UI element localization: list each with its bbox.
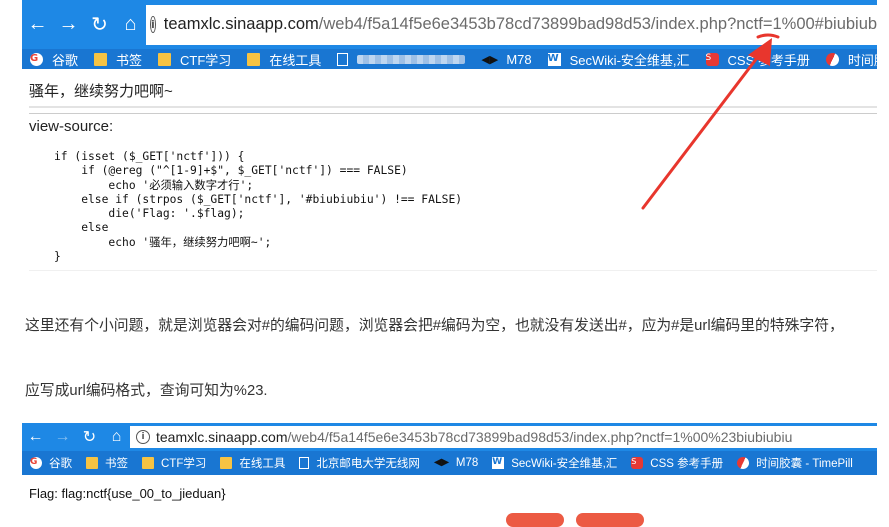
document-icon: [337, 52, 349, 66]
bookmark-css[interactable]: S CSS 参考手册: [705, 50, 810, 69]
bookmark-timepill[interactable]: 时间胶囊: [824, 50, 877, 69]
css-icon: S: [631, 457, 644, 469]
bottom-action-button[interactable]: [506, 513, 564, 527]
folder-icon: [220, 457, 233, 469]
bookmarks-bar: G 谷歌 书签 CTF学习 在线工具 ◀▶ M78 W SecWiki-安全维基…: [22, 49, 877, 69]
view-source-label: view-source:: [29, 118, 114, 135]
forward-arrow-icon[interactable]: →: [53, 0, 84, 49]
back-arrow-icon[interactable]: ←: [22, 0, 53, 49]
browser-toolbar: ← → ↻ ⌂ i teamxlc.sinaapp.com/web4/f5a14…: [22, 423, 877, 451]
back-arrow-icon[interactable]: ←: [22, 423, 49, 451]
browser-toolbar: ← → ↻ ⌂ i teamxlc.sinaapp.com/web4/f5a14…: [22, 0, 877, 49]
bookmark-folder-tools[interactable]: 在线工具: [247, 50, 321, 69]
site-info-icon[interactable]: i: [150, 16, 156, 33]
browser-window-bottom: ← → ↻ ⌂ i teamxlc.sinaapp.com/web4/f5a14…: [22, 423, 877, 475]
bookmark-folder-tools[interactable]: 在线工具: [220, 455, 285, 471]
bookmark-css[interactable]: S CSS 参考手册: [631, 455, 723, 471]
reload-icon[interactable]: ↻: [84, 0, 115, 49]
bookmark-redacted[interactable]: [337, 52, 466, 66]
secwiki-icon: W: [492, 457, 505, 469]
source-code-block: if (isset ($_GET['nctf'])) { if (@ereg (…: [54, 150, 462, 264]
divider: [29, 106, 877, 108]
code-line: die('Flag: '.$flag);: [54, 207, 245, 221]
folder-icon: [94, 52, 108, 66]
css-icon: S: [705, 52, 719, 66]
url-path: /web4/f5a14f5e6e3453b78cd73899bad98d53/i…: [318, 15, 877, 33]
bowtie-icon: ◀▶: [481, 52, 499, 66]
bookmark-folder-ctf[interactable]: CTF学习: [142, 455, 206, 471]
google-icon: G: [30, 52, 43, 66]
address-bar[interactable]: i teamxlc.sinaapp.com/web4/f5a14f5e6e345…: [130, 426, 877, 448]
bookmark-m78[interactable]: ◀▶ M78: [481, 52, 531, 67]
explanation-paragraph-2: 应写成url编码格式，查询可知为%23.: [25, 383, 268, 399]
bookmark-timepill[interactable]: 时间胶囊 - TimePill: [735, 455, 853, 471]
bowtie-icon: ◀▶: [433, 457, 450, 468]
forward-arrow-icon[interactable]: →: [49, 423, 76, 451]
code-line: echo '骚年，继续努力吧啊~';: [54, 235, 272, 249]
bookmark-google[interactable]: G 谷歌: [30, 455, 72, 471]
bookmark-folder-ctf[interactable]: CTF学习: [158, 50, 231, 69]
home-icon[interactable]: ⌂: [103, 423, 130, 451]
redacted-label: [357, 54, 466, 64]
browser-window-top: ← → ↻ ⌂ i teamxlc.sinaapp.com/web4/f5a14…: [22, 0, 877, 69]
bookmark-secwiki[interactable]: W SecWiki-安全维基,汇: [547, 50, 690, 69]
folder-icon: [158, 52, 172, 66]
document-icon: [299, 457, 310, 469]
flag-result-text: Flag: flag:nctf{use_00_to_jieduan}: [29, 486, 226, 501]
code-line: }: [54, 250, 61, 264]
bookmarks-bar: G 谷歌 书签 CTF学习 在线工具 北京邮电大学无线网 ◀▶ M78 W Se…: [22, 451, 877, 475]
divider: [29, 270, 877, 271]
address-bar[interactable]: i teamxlc.sinaapp.com/web4/f5a14f5e6e345…: [146, 4, 877, 45]
secwiki-icon: W: [547, 52, 561, 66]
reload-icon[interactable]: ↻: [76, 423, 103, 451]
bookmark-bupt[interactable]: 北京邮电大学无线网: [299, 455, 420, 471]
google-icon: G: [30, 457, 42, 469]
code-line: else if (strpos ($_GET['nctf'], '#biubiu…: [54, 192, 463, 206]
home-icon[interactable]: ⌂: [115, 0, 146, 49]
explanation-paragraph: 这里还有个小问题，就是浏览器会对#的编码问题，浏览器会把#编码为空，也就没有发送…: [25, 318, 844, 334]
bookmark-folder-bookmarks[interactable]: 书签: [94, 50, 142, 69]
site-info-icon[interactable]: i: [136, 430, 150, 444]
bottom-action-button[interactable]: [576, 513, 644, 527]
code-line: else: [54, 221, 109, 235]
bookmark-google[interactable]: G 谷歌: [30, 50, 78, 69]
bookmark-m78[interactable]: ◀▶ M78: [434, 457, 478, 469]
pill-icon: [735, 455, 751, 471]
response-text: 骚年，继续努力吧啊~: [29, 83, 173, 100]
folder-icon: [142, 457, 154, 469]
folder-icon: [247, 52, 261, 66]
code-line: if (isset ($_GET['nctf'])) {: [54, 150, 245, 163]
url-host: teamxlc.sinaapp.com: [163, 15, 319, 33]
url-host: teamxlc.sinaapp.com: [156, 429, 288, 445]
url-path: /web4/f5a14f5e6e3453b78cd73899bad98d53/i…: [287, 429, 793, 445]
code-line: if (@ereg ("^[1-9]+$", $_GET['nctf']) ==…: [54, 164, 408, 178]
folder-icon: [86, 457, 98, 469]
pill-icon: [824, 50, 841, 68]
bookmark-secwiki[interactable]: W SecWiki-安全维基,汇: [492, 455, 617, 471]
code-line: echo '必须输入数字才行';: [54, 178, 254, 192]
bookmark-folder-bookmarks[interactable]: 书签: [86, 455, 128, 471]
divider: [29, 113, 877, 114]
